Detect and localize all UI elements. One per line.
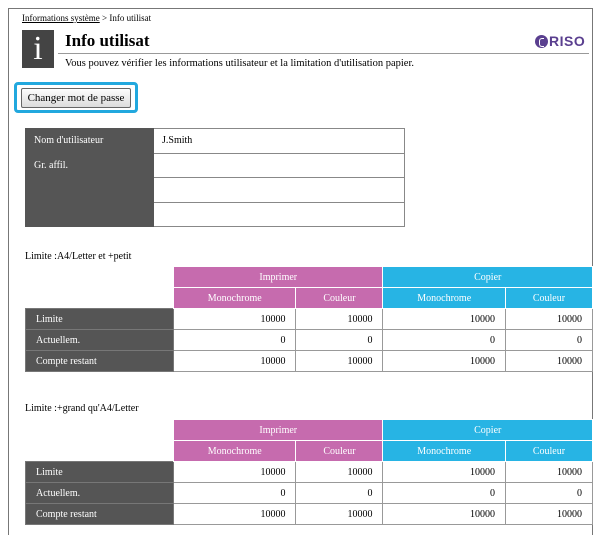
change-password-focus-ring: Changer mot de passe (14, 82, 138, 113)
value-cell: 10000 (382, 308, 506, 330)
value-cell: 10000 (172, 503, 297, 525)
change-password-button[interactable]: Changer mot de passe (21, 87, 131, 108)
table-row: Actuellem. 0 0 0 0 (25, 482, 594, 504)
row-label-limit: Limite (25, 461, 174, 483)
print-color-header: Couleur (295, 440, 384, 462)
value-cell: 10000 (295, 350, 384, 372)
value-cell: 10000 (295, 308, 384, 330)
table-row: Compte restant 10000 10000 10000 10000 (25, 350, 594, 372)
print-group-header: Imprimer (172, 419, 384, 441)
value-cell: 0 (295, 482, 384, 504)
breadcrumb-link-system-info[interactable]: Informations système (22, 13, 100, 23)
limit-subheader-row: Monochrome Couleur Monochrome Couleur (26, 287, 594, 309)
value-cell: 10000 (504, 503, 594, 525)
limit-large-title: Limite :+grand qu'A4/Letter (25, 403, 139, 414)
value-cell: 10000 (382, 461, 506, 483)
table-row: Compte restant 10000 10000 10000 10000 (25, 503, 594, 525)
breadcrumb: Informations système > Info utilisat (22, 13, 151, 23)
print-monochrome-header: Monochrome (172, 440, 297, 462)
value-cell: 0 (382, 329, 506, 351)
row-label-current: Actuellem. (25, 329, 174, 351)
print-monochrome-header: Monochrome (172, 287, 297, 309)
row-label-current: Actuellem. (25, 482, 174, 504)
value-cell: 10000 (172, 461, 297, 483)
breadcrumb-separator: > (99, 13, 110, 23)
copy-color-header: Couleur (504, 440, 594, 462)
user-group-value (153, 152, 405, 178)
user-name-value: J.Smith (153, 128, 405, 154)
row-label-limit: Limite (25, 308, 174, 330)
value-cell: 10000 (295, 503, 384, 525)
table-row: Limite 10000 10000 10000 10000 (25, 308, 594, 330)
value-cell: 10000 (504, 461, 594, 483)
value-cell: 0 (504, 329, 594, 351)
riso-logo: RISO (535, 33, 585, 49)
value-cell: 10000 (172, 350, 297, 372)
page-subtitle: Vous pouvez vérifier les informations ut… (65, 58, 415, 69)
row-label-remaining: Compte restant (25, 350, 174, 372)
print-group-header: Imprimer (172, 266, 384, 288)
limit-small-title: Limite :A4/Letter et +petit (25, 251, 132, 262)
table-row: Limite 10000 10000 10000 10000 (25, 461, 594, 483)
info-icon: i (22, 30, 54, 68)
value-cell: 0 (295, 329, 384, 351)
limit-group-header-row: Imprimer Copier (26, 266, 593, 288)
copy-color-header: Couleur (504, 287, 594, 309)
riso-logo-text: RISO (549, 33, 586, 49)
user-group-value (153, 177, 405, 203)
user-group-value (153, 201, 405, 227)
user-group-row: Gr. affil. (25, 152, 405, 227)
print-color-header: Couleur (295, 287, 384, 309)
value-cell: 10000 (382, 503, 506, 525)
copy-group-header: Copier (382, 419, 593, 441)
limit-corner (26, 420, 174, 441)
value-cell: 10000 (504, 308, 594, 330)
limit-corner (26, 288, 174, 309)
page-title: Info utilisat (65, 31, 150, 50)
limit-small-table: Imprimer Copier Monochrome Couleur Monoc… (25, 266, 594, 372)
limit-large-table: Imprimer Copier Monochrome Couleur Monoc… (25, 419, 594, 525)
row-label-remaining: Compte restant (25, 503, 174, 525)
value-cell: 10000 (295, 461, 384, 483)
value-cell: 10000 (504, 350, 594, 372)
value-cell: 10000 (172, 308, 297, 330)
user-name-row: Nom d'utilisateur J.Smith (25, 128, 405, 154)
limit-group-header-row: Imprimer Copier (26, 419, 593, 441)
user-info-table: Nom d'utilisateur J.Smith Gr. affil. (25, 128, 405, 227)
copy-group-header: Copier (382, 266, 593, 288)
value-cell: 0 (504, 482, 594, 504)
table-row: Actuellem. 0 0 0 0 (25, 329, 594, 351)
value-cell: 0 (172, 329, 297, 351)
limit-subheader-row: Monochrome Couleur Monochrome Couleur (26, 440, 594, 462)
limit-corner (26, 441, 174, 462)
value-cell: 0 (172, 482, 297, 504)
user-name-label: Nom d'utilisateur (25, 128, 154, 154)
user-group-label: Gr. affil. (25, 152, 154, 227)
riso-logo-mark-icon (535, 34, 548, 48)
breadcrumb-current: Info utilisat (109, 13, 152, 23)
copy-monochrome-header: Monochrome (382, 287, 506, 309)
value-cell: 10000 (382, 350, 506, 372)
limit-corner (26, 267, 174, 288)
value-cell: 0 (382, 482, 506, 504)
copy-monochrome-header: Monochrome (382, 440, 506, 462)
title-divider (58, 53, 589, 54)
